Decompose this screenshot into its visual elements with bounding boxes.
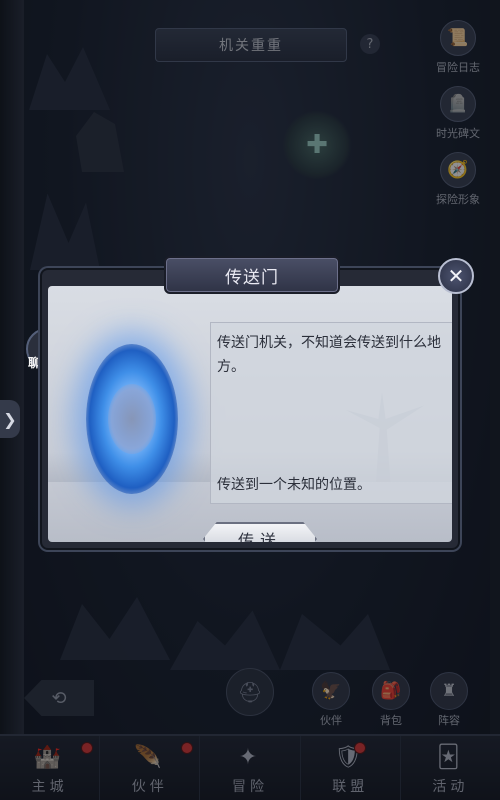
- portal-image: [86, 344, 178, 494]
- chevron-right-icon: ❯: [3, 409, 17, 429]
- expand-arrow-button[interactable]: ❯: [0, 400, 20, 438]
- teleport-button[interactable]: 传送: [203, 522, 317, 542]
- dialog-body: 传送门机关，不知道会传送到什么地方。 传送到一个未知的位置。 传送: [48, 286, 452, 542]
- effect-text: 传送到一个未知的位置。: [217, 477, 371, 493]
- close-button[interactable]: ✕: [438, 258, 474, 294]
- close-icon: ✕: [447, 264, 465, 288]
- description-panel: 传送门机关，不知道会传送到什么地方。 传送到一个未知的位置。: [210, 322, 452, 504]
- dialog-title: 传送门: [164, 256, 340, 294]
- description-text: 传送门机关，不知道会传送到什么地方。: [217, 335, 441, 375]
- portal-dialog: 传送门机关，不知道会传送到什么地方。 传送到一个未知的位置。 传送 传送门 ✕: [40, 256, 474, 550]
